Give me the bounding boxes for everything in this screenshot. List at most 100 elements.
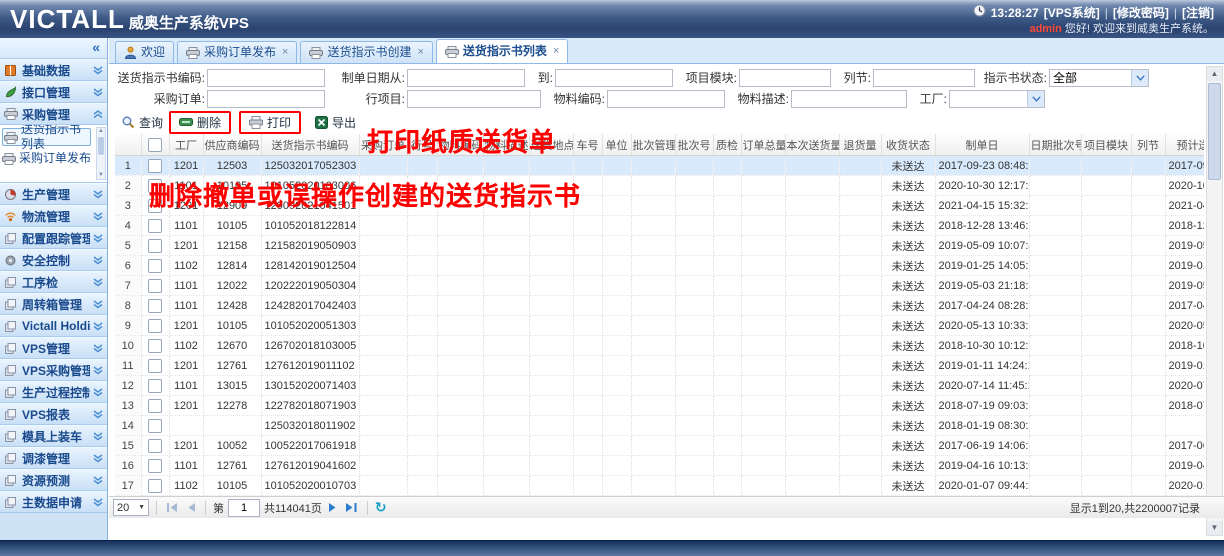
tab-0[interactable]: 欢迎 — [115, 41, 174, 63]
sidebar-group-5[interactable]: 配置跟踪管理 — [0, 227, 107, 249]
search-input[interactable] — [739, 69, 831, 87]
row-checkbox[interactable] — [148, 359, 162, 373]
table-row[interactable]: 11120112761127612019011102未送达2019-01-11 … — [115, 356, 1204, 376]
search-input[interactable] — [207, 90, 325, 108]
submenu-scrollbar-thumb[interactable] — [98, 137, 104, 155]
logout-link[interactable]: [注销] — [1182, 5, 1214, 21]
table-row[interactable]: 10110212670126702018103005未送达2018-10-30 … — [115, 336, 1204, 356]
sidebar-subitem-1[interactable]: 采购订单发布 — [2, 151, 95, 166]
table-row[interactable]: 5120112158121582019050903未送达2019-05-09 1… — [115, 236, 1204, 256]
sidebar-group-13[interactable]: VPS报表 — [0, 403, 107, 425]
column-header[interactable]: 工厂 — [169, 134, 203, 156]
sidebar-group-17[interactable]: 主数据申请 — [0, 491, 107, 513]
table-row[interactable]: 17110210105101052020010703未送达2020-01-07 … — [115, 476, 1204, 496]
sidebar-collapse-button[interactable]: « — [0, 38, 107, 59]
search-input[interactable] — [207, 69, 325, 87]
sidebar-group-11[interactable]: VPS采购管理 — [0, 359, 107, 381]
column-header[interactable]: 批次管理 — [631, 134, 675, 156]
sidebar-group-10[interactable]: VPS管理 — [0, 337, 107, 359]
change-password-link[interactable]: [修改密码] — [1113, 5, 1169, 21]
row-checkbox[interactable] — [148, 239, 162, 253]
search-input[interactable] — [555, 69, 673, 87]
search-input[interactable] — [407, 90, 541, 108]
last-page-icon[interactable] — [343, 502, 360, 513]
table-row[interactable]: 7110112022120222019050304未送达2019-05-03 2… — [115, 276, 1204, 296]
row-checkbox[interactable] — [148, 299, 162, 313]
sidebar-group-8[interactable]: 周转箱管理 — [0, 293, 107, 315]
row-checkbox[interactable] — [148, 279, 162, 293]
vertical-scrollbar[interactable]: ▲ ▼ — [1206, 66, 1223, 536]
vps-system-link[interactable]: [VPS系统] — [1044, 5, 1100, 21]
column-header[interactable]: 订单总量 — [741, 134, 785, 156]
sidebar-group-15[interactable]: 调漆管理 — [0, 447, 107, 469]
sidebar-group-9[interactable]: Victall Holding — [0, 315, 107, 337]
toolbar-button-1[interactable]: 删除 — [173, 113, 227, 132]
next-page-icon[interactable] — [326, 502, 339, 513]
sidebar-group-2[interactable]: 采购管理 — [0, 103, 107, 125]
scroll-up-icon[interactable]: ▲ — [98, 128, 104, 134]
column-header[interactable]: 项目模块 — [1081, 134, 1131, 156]
submenu-scrollbar[interactable]: ▲▼ — [96, 127, 106, 180]
first-page-icon[interactable] — [164, 502, 181, 513]
sidebar-group-12[interactable]: 生产过程控制 — [0, 381, 107, 403]
scroll-down-icon[interactable]: ▼ — [1207, 521, 1222, 535]
column-header[interactable]: 列节 — [1131, 134, 1165, 156]
search-select[interactable] — [949, 90, 1045, 108]
table-row[interactable]: 4110110105101052018122814未送达2018-12-28 1… — [115, 216, 1204, 236]
search-input[interactable] — [791, 90, 907, 108]
column-header[interactable]: 制单日 — [935, 134, 1029, 156]
table-row[interactable]: 1120112503125032017052303未送达2017-09-23 0… — [115, 156, 1204, 176]
select-all-checkbox[interactable] — [148, 138, 162, 152]
column-header[interactable]: 批次号 — [675, 134, 713, 156]
sidebar-group-7[interactable]: 工序检 — [0, 271, 107, 293]
search-input[interactable] — [407, 69, 525, 87]
column-header[interactable]: 单位 — [602, 134, 631, 156]
table-row[interactable]: 13120112278122782018071903未送达2018-07-19 … — [115, 396, 1204, 416]
toolbar-button-2[interactable]: 打印 — [243, 113, 297, 132]
table-row[interactable]: 16110112761127612019041602未送达2019-04-16 … — [115, 456, 1204, 476]
tab-2[interactable]: 送货指示书创建× — [300, 41, 432, 63]
sidebar-group-14[interactable]: 模具上装车 — [0, 425, 107, 447]
row-checkbox[interactable] — [148, 159, 162, 173]
scroll-down-icon[interactable]: ▼ — [97, 172, 105, 179]
row-checkbox[interactable] — [148, 459, 162, 473]
refresh-icon[interactable]: ↻ — [375, 499, 387, 516]
sidebar-group-3[interactable]: 生产管理 — [0, 183, 107, 205]
column-header[interactable]: 退货量 — [839, 134, 881, 156]
sidebar-group-16[interactable]: 资源预测 — [0, 469, 107, 491]
column-header[interactable]: 供应商编码 — [203, 134, 261, 156]
page-number-input[interactable] — [228, 499, 260, 517]
column-header[interactable]: 车号 — [573, 134, 602, 156]
search-input[interactable] — [873, 69, 975, 87]
row-checkbox[interactable] — [148, 259, 162, 273]
toolbar-button-3[interactable]: 导出 — [309, 113, 362, 132]
table-row[interactable]: 15120110052100522017061918未送达2017-06-19 … — [115, 436, 1204, 456]
tab-3[interactable]: 送货指示书列表× — [436, 39, 568, 63]
row-checkbox[interactable] — [148, 439, 162, 453]
toolbar-button-0[interactable]: 查询 — [115, 113, 169, 132]
column-header[interactable]: 日期批次号 — [1029, 134, 1081, 156]
dropdown-arrow-icon[interactable] — [1131, 70, 1148, 86]
table-row[interactable]: 9120110105101052020051303未送达2020-05-13 1… — [115, 316, 1204, 336]
column-header[interactable]: 预计送货日 — [1165, 134, 1204, 156]
table-row[interactable]: 8110112428124282017042403未送达2017-04-24 0… — [115, 296, 1204, 316]
row-checkbox[interactable] — [148, 379, 162, 393]
close-icon[interactable]: × — [417, 43, 423, 62]
row-checkbox[interactable] — [148, 319, 162, 333]
column-header[interactable]: 收货状态 — [881, 134, 935, 156]
column-header[interactable]: 本次送货量 — [785, 134, 839, 156]
row-checkbox[interactable] — [148, 219, 162, 233]
search-input[interactable] — [607, 90, 725, 108]
sidebar-group-6[interactable]: 安全控制 — [0, 249, 107, 271]
page-size-select[interactable]: 20 ▼ — [113, 499, 149, 516]
tab-1[interactable]: 采购订单发布× — [177, 41, 297, 63]
table-row[interactable]: 14125032018011902未送达2018-01-19 08:30:57 — [115, 416, 1204, 436]
sidebar-group-0[interactable]: 基础数据 — [0, 59, 107, 81]
row-checkbox[interactable] — [148, 399, 162, 413]
column-header[interactable]: 送货指示书编码 — [261, 134, 359, 156]
table-row[interactable]: 6110212814128142019012504未送达2019-01-25 1… — [115, 256, 1204, 276]
close-icon[interactable]: × — [553, 42, 559, 61]
vertical-scrollbar-thumb[interactable] — [1208, 83, 1221, 180]
sidebar-group-1[interactable]: 接口管理 — [0, 81, 107, 103]
close-icon[interactable]: × — [282, 43, 288, 62]
